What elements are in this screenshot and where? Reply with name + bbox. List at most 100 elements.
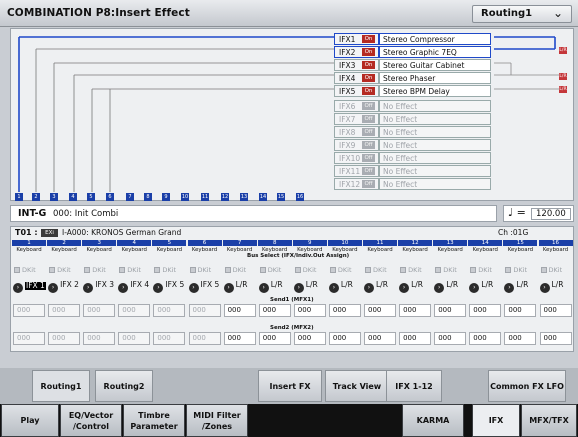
ifx-power-toggle[interactable]: On — [362, 87, 375, 95]
send2-field[interactable]: 000 — [258, 332, 291, 345]
tempo-field[interactable]: 120.00 — [531, 208, 571, 220]
send1-field[interactable]: 000 — [83, 304, 116, 317]
tab-timbre-parameter[interactable]: Timbre Parameter — [123, 404, 185, 437]
ifx-power-toggle[interactable]: Off — [362, 102, 375, 110]
tab-karma[interactable]: KARMA — [402, 404, 464, 437]
bus-select[interactable]: › L/R — [328, 280, 362, 296]
dkit-toggle[interactable]: DKit — [540, 266, 573, 274]
dkit-toggle[interactable]: DKit — [435, 266, 467, 274]
ifx-effect-name[interactable]: Stereo Phaser — [379, 72, 491, 84]
send1-field[interactable]: 000 — [328, 304, 361, 317]
ifx-power-toggle[interactable]: Off — [362, 154, 375, 162]
send1-field[interactable]: 000 — [469, 304, 502, 317]
tab-ifx-1-12[interactable]: IFX 1-12 — [386, 370, 442, 402]
ifx-effect-name[interactable]: No Effect — [379, 178, 491, 190]
timbre-number[interactable]: 7 — [222, 240, 257, 246]
timbre-number[interactable]: 14 — [468, 240, 503, 246]
timbre-number[interactable]: 3 — [82, 240, 117, 246]
tab-track-view[interactable]: Track View — [325, 370, 389, 402]
bus-select[interactable]: › L/R — [504, 280, 537, 296]
ifx-slot-8[interactable]: IFX8 Off No Effect — [334, 126, 494, 138]
bus-select[interactable]: › L/R — [469, 280, 502, 296]
bus-select[interactable]: › IFX 2 — [48, 280, 81, 296]
timbre-number[interactable]: 16 — [538, 240, 573, 246]
ifx-slot-10[interactable]: IFX10 Off No Effect — [334, 152, 494, 164]
tab-insert-fx[interactable]: Insert FX — [258, 370, 322, 402]
bus-select[interactable]: › L/R — [539, 280, 573, 296]
ifx-power-toggle[interactable]: On — [362, 61, 375, 69]
send2-field[interactable]: 000 — [434, 332, 467, 345]
send1-field[interactable]: 000 — [539, 304, 572, 317]
ifx-power-toggle[interactable]: On — [362, 74, 375, 82]
dkit-toggle[interactable]: DKit — [329, 266, 362, 274]
ifx-slot-9[interactable]: IFX9 Off No Effect — [334, 139, 494, 151]
bus-select[interactable]: › L/R — [223, 280, 257, 296]
dkit-toggle[interactable]: DKit — [119, 266, 151, 274]
send1-field[interactable]: 000 — [293, 304, 326, 317]
timbre-number[interactable]: 9 — [292, 240, 327, 246]
dkit-toggle[interactable]: DKit — [224, 266, 257, 274]
send2-field[interactable]: 000 — [223, 332, 256, 345]
tab-ifx[interactable]: IFX — [472, 404, 520, 437]
dkit-toggle[interactable]: DKit — [189, 266, 222, 274]
tab-common-fx-lfo[interactable]: Common FX LFO — [488, 370, 566, 402]
send1-field[interactable]: 000 — [48, 304, 81, 317]
ifx-effect-name[interactable]: No Effect — [379, 165, 491, 177]
combination-selector[interactable]: INT-G 000: Init Combi — [10, 205, 497, 222]
dkit-toggle[interactable]: DKit — [470, 266, 502, 274]
send2-field[interactable]: 000 — [13, 332, 45, 345]
bus-select[interactable]: › IFX 4 — [118, 280, 151, 296]
send2-field[interactable]: 000 — [328, 332, 361, 345]
dkit-toggle[interactable]: DKit — [294, 266, 327, 274]
ifx-power-toggle[interactable]: On — [362, 48, 375, 56]
tab-mfx-tfx[interactable]: MFX/TFX — [521, 404, 577, 437]
timbre-number[interactable]: 12 — [398, 240, 433, 246]
ifx-effect-name[interactable]: No Effect — [379, 152, 491, 164]
ifx-effect-name[interactable]: No Effect — [379, 139, 491, 151]
bus-select[interactable]: › IFX 5 — [188, 280, 222, 296]
dkit-toggle[interactable]: DKit — [259, 266, 292, 274]
ifx-effect-name[interactable]: Stereo Guitar Cabinet — [379, 59, 491, 71]
tab-routing1[interactable]: Routing1 — [32, 370, 90, 402]
send1-field[interactable]: 000 — [13, 304, 45, 317]
tab-eq-vector-control[interactable]: EQ/Vector /Control — [60, 404, 122, 437]
ifx-effect-name[interactable]: Stereo BPM Delay — [379, 85, 491, 97]
ifx-slot-7[interactable]: IFX7 Off No Effect — [334, 113, 494, 125]
send2-field[interactable]: 000 — [153, 332, 186, 345]
send2-field[interactable]: 000 — [118, 332, 151, 345]
bus-select[interactable]: › L/R — [258, 280, 292, 296]
ifx-effect-name[interactable]: No Effect — [379, 126, 491, 138]
dkit-toggle[interactable]: DKit — [505, 266, 537, 274]
send2-field[interactable]: 000 — [399, 332, 432, 345]
dkit-toggle[interactable]: DKit — [154, 266, 186, 274]
tab-play[interactable]: Play — [1, 404, 59, 437]
send2-field[interactable]: 000 — [293, 332, 326, 345]
send1-field[interactable]: 000 — [399, 304, 432, 317]
timbre-number[interactable]: 10 — [327, 240, 362, 246]
ifx-slot-3[interactable]: IFX3 On Stereo Guitar Cabinet — [334, 59, 494, 71]
ifx-effect-name[interactable]: No Effect — [379, 100, 491, 112]
timbre-number[interactable]: 6 — [187, 240, 222, 246]
send2-field[interactable]: 000 — [504, 332, 537, 345]
timbre-number[interactable]: 2 — [47, 240, 82, 246]
send1-field[interactable]: 000 — [504, 304, 537, 317]
bus-select[interactable]: › IFX 5 — [153, 280, 186, 296]
dkit-toggle[interactable]: DKit — [49, 266, 81, 274]
ifx-slot-1[interactable]: IFX1 On Stereo Compressor — [334, 33, 494, 45]
send1-field[interactable]: 000 — [258, 304, 291, 317]
ifx-power-toggle[interactable]: Off — [362, 115, 375, 123]
send2-field[interactable]: 000 — [539, 332, 572, 345]
ifx-power-toggle[interactable]: Off — [362, 167, 375, 175]
send2-field[interactable]: 000 — [48, 332, 81, 345]
send1-field[interactable]: 000 — [153, 304, 186, 317]
bus-select[interactable]: › L/R — [364, 280, 397, 296]
tab-midi-filter-zones[interactable]: MIDI Filter /Zones — [186, 404, 248, 437]
ifx-slot-2[interactable]: IFX2 On Stereo Graphic 7EQ — [334, 46, 494, 58]
ifx-slot-4[interactable]: IFX4 On Stereo Phaser — [334, 72, 494, 84]
bus-select[interactable]: › L/R — [434, 280, 467, 296]
send2-field[interactable]: 000 — [364, 332, 396, 345]
send2-field[interactable]: 000 — [83, 332, 116, 345]
bus-select[interactable]: › L/R — [293, 280, 327, 296]
ifx-power-toggle[interactable]: Off — [362, 128, 375, 136]
ifx-slot-12[interactable]: IFX12 Off No Effect — [334, 178, 494, 190]
